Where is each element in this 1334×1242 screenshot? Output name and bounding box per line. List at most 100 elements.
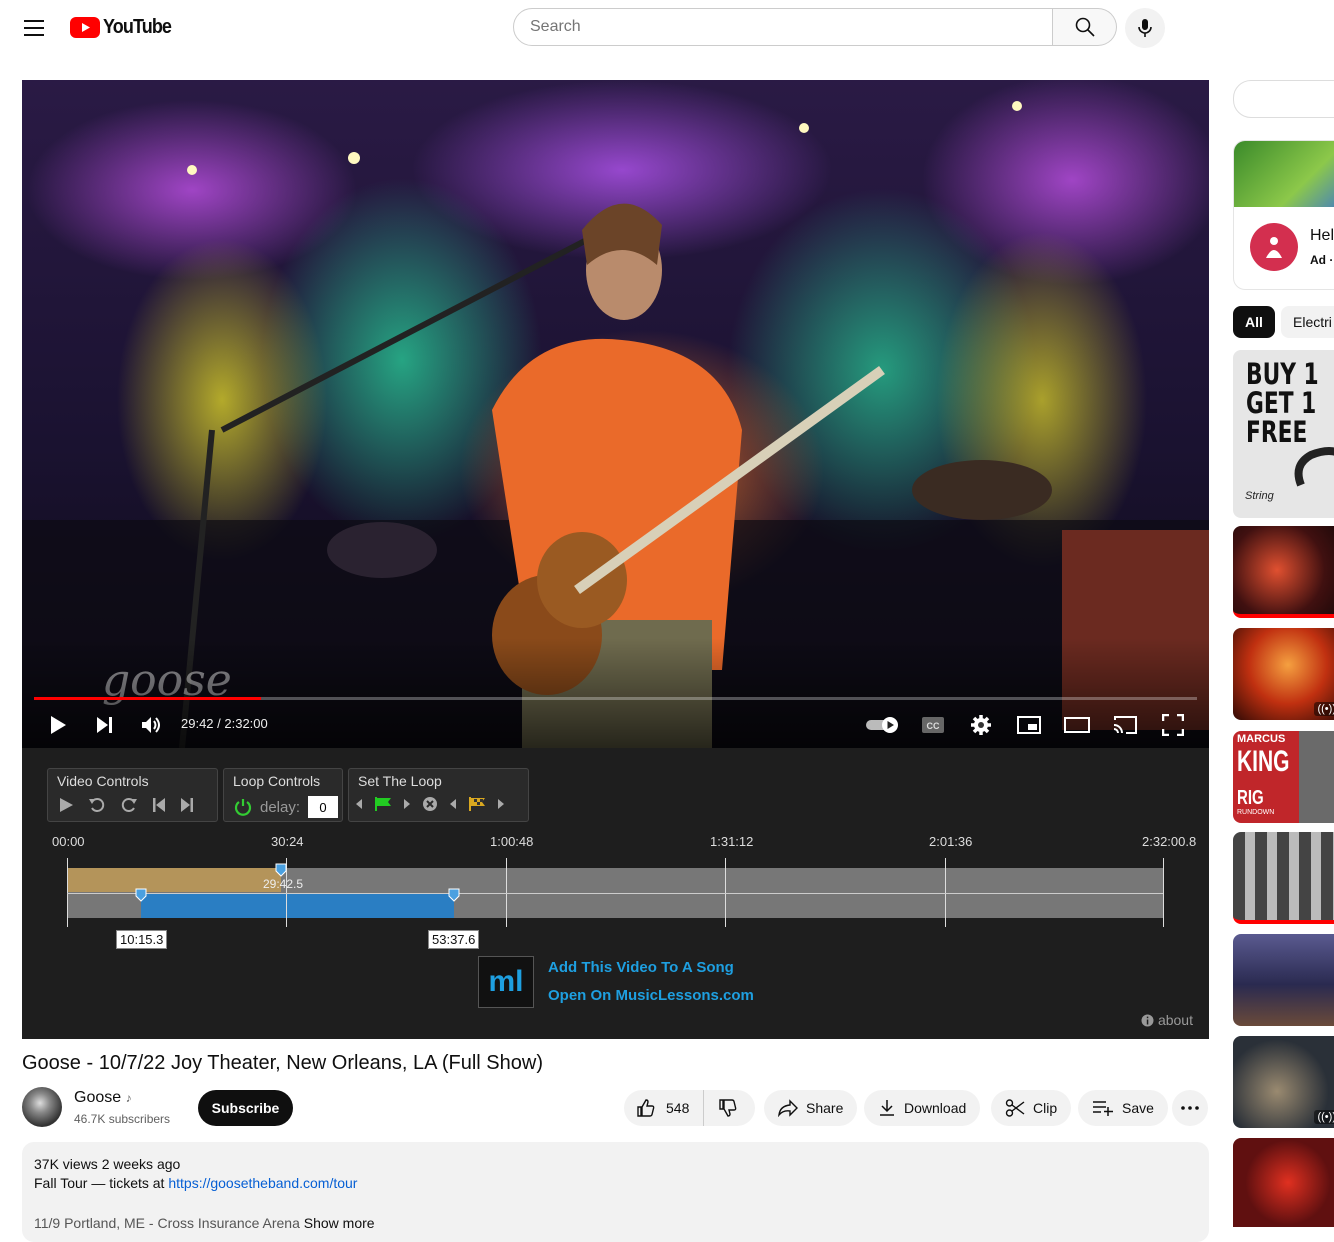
about-label: about — [1157, 1012, 1193, 1028]
description-line-2: 11/9 Portland, ME - Cross Insurance Aren… — [34, 1215, 375, 1231]
show-more-button[interactable]: Show more — [304, 1215, 375, 1231]
skip-start-icon[interactable] — [152, 797, 166, 813]
ad-banner-image — [1234, 141, 1334, 207]
ad-card[interactable]: Hel Ad · — [1233, 140, 1334, 290]
chip-all[interactable]: All — [1233, 306, 1275, 338]
more-actions-button[interactable] — [1172, 1090, 1208, 1126]
start-flag-icon[interactable] — [374, 796, 392, 812]
set-loop-group: Set The Loop — [348, 768, 529, 822]
video-controls-group: Video Controls — [47, 768, 218, 822]
thumbnail-brand: String — [1245, 490, 1274, 502]
thumbnail-headline: BUY 1 GET 1 FREE — [1246, 360, 1319, 447]
forward-icon[interactable] — [120, 796, 138, 814]
settings-button[interactable] — [969, 713, 993, 737]
tick-label: 2:32:00.8 — [1142, 834, 1197, 849]
delay-input[interactable] — [308, 796, 339, 818]
scissors-icon — [1005, 1099, 1025, 1117]
nudge-start-forward-icon[interactable] — [403, 798, 411, 810]
musiclessons-logo[interactable]: ml — [478, 956, 534, 1008]
thumbnail-video-2[interactable] — [1233, 526, 1334, 618]
loop-end-handle[interactable] — [448, 888, 460, 902]
subscriber-count: 46.7K subscribers — [74, 1112, 171, 1126]
clip-label: Clip — [1033, 1100, 1058, 1116]
stjude-logo-icon — [1266, 237, 1282, 258]
thumbnail-video-3[interactable]: ((•)) — [1233, 628, 1334, 720]
loop-start-handle[interactable] — [135, 888, 147, 902]
more-horizontal-icon — [1181, 1106, 1199, 1110]
like-button[interactable]: 548 — [624, 1090, 705, 1126]
save-button[interactable]: Save — [1078, 1090, 1168, 1126]
headline-line: GET 1 — [1246, 386, 1317, 420]
thumb-text: KING — [1237, 745, 1290, 778]
loop-start-label: 10:15.3 — [116, 930, 168, 949]
description-box[interactable]: 37K views 2 weeks ago Fall Tour — ticket… — [22, 1142, 1209, 1242]
autoplay-toggle[interactable] — [865, 713, 901, 737]
mute-button[interactable] — [139, 713, 163, 737]
delay-label: delay: — [260, 798, 301, 816]
description-text: 11/9 Portland, ME - Cross Insurance Aren… — [34, 1215, 300, 1231]
sidebar-search-field[interactable] — [1233, 80, 1334, 118]
like-dislike-group: 548 — [624, 1090, 755, 1126]
thumbnail-buy-one[interactable]: BUY 1 GET 1 FREE String — [1233, 350, 1334, 518]
about-link[interactable]: about — [1141, 1012, 1193, 1028]
guitar-stand-image — [1294, 447, 1334, 487]
share-button[interactable]: Share — [764, 1090, 858, 1126]
current-position-handle[interactable] — [275, 863, 287, 877]
autoplay-toggle-icon — [866, 717, 898, 733]
info-icon — [1141, 1014, 1154, 1026]
dislike-button[interactable] — [704, 1090, 752, 1126]
theater-mode-button[interactable] — [1064, 713, 1090, 737]
open-musiclessons-link[interactable]: Open On MusicLessons.com — [548, 987, 754, 1004]
miniplayer-icon — [1017, 716, 1041, 734]
thumbnail-live-stage[interactable] — [1233, 934, 1334, 1026]
thumbnail-red-guitarist[interactable] — [1233, 1138, 1334, 1227]
next-button[interactable] — [92, 713, 116, 737]
play-button[interactable] — [46, 713, 70, 737]
nudge-end-back-icon[interactable] — [449, 798, 457, 810]
share-icon — [778, 1099, 798, 1117]
add-to-song-link[interactable]: Add This Video To A Song — [548, 959, 734, 976]
skip-end-icon[interactable] — [180, 797, 194, 813]
progress-bar[interactable] — [34, 697, 1197, 700]
download-icon — [880, 1100, 894, 1116]
loop-region[interactable] — [141, 893, 454, 918]
like-count: 548 — [666, 1100, 690, 1116]
search-input[interactable] — [514, 9, 1052, 45]
thumbnail-acoustic[interactable]: ((•)) — [1233, 1036, 1334, 1128]
captions-button[interactable]: CC — [920, 713, 946, 737]
video-player[interactable]: goose 29:42 / 2:32:00 CC — [22, 80, 1209, 748]
headline-line: BUY 1 — [1246, 357, 1319, 391]
subscribe-button[interactable]: Subscribe — [198, 1090, 293, 1126]
music-note-icon: ♪ — [125, 1091, 132, 1105]
search-field[interactable] — [513, 8, 1053, 46]
channel-name[interactable]: Goose ♪ — [74, 1089, 132, 1107]
thumbnail-marcus-king[interactable]: MARCUS KING RIG RUNDOWN — [1233, 731, 1334, 823]
clear-loop-icon[interactable] — [422, 796, 438, 812]
fullscreen-button[interactable] — [1161, 713, 1185, 737]
rewind-icon[interactable] — [88, 796, 106, 814]
voice-search-button[interactable] — [1125, 8, 1165, 48]
cast-button[interactable] — [1112, 713, 1138, 737]
youtube-logo[interactable]: YouTube — [70, 16, 179, 39]
loop-end-label: 53:37.6 — [428, 930, 480, 949]
menu-icon[interactable] — [24, 20, 44, 36]
thumbnail-band-photo[interactable] — [1233, 832, 1334, 924]
end-flag-icon[interactable] — [468, 796, 486, 812]
chip-electric[interactable]: Electri — [1281, 306, 1334, 338]
description-text: Fall Tour — tickets at — [34, 1175, 169, 1191]
nudge-end-forward-icon[interactable] — [497, 798, 505, 810]
download-button[interactable]: Download — [864, 1090, 981, 1126]
tick-label: 2:01:36 — [929, 834, 973, 849]
loop-extension-panel: Video Controls Loop Controls delay: Set … — [22, 748, 1209, 1039]
power-icon[interactable] — [234, 798, 252, 816]
miniplayer-button[interactable] — [1016, 713, 1042, 737]
tour-link[interactable]: https://goosetheband.com/tour — [168, 1175, 357, 1191]
play-icon[interactable] — [58, 797, 74, 813]
play-icon — [51, 716, 66, 734]
description-line-1: Fall Tour — tickets at https://goosetheb… — [34, 1175, 357, 1191]
search-button[interactable] — [1053, 8, 1117, 46]
clip-button[interactable]: Clip — [991, 1090, 1072, 1126]
nudge-start-back-icon[interactable] — [355, 798, 363, 810]
channel-avatar[interactable] — [22, 1087, 62, 1127]
live-badge: ((•)) — [1314, 702, 1334, 716]
